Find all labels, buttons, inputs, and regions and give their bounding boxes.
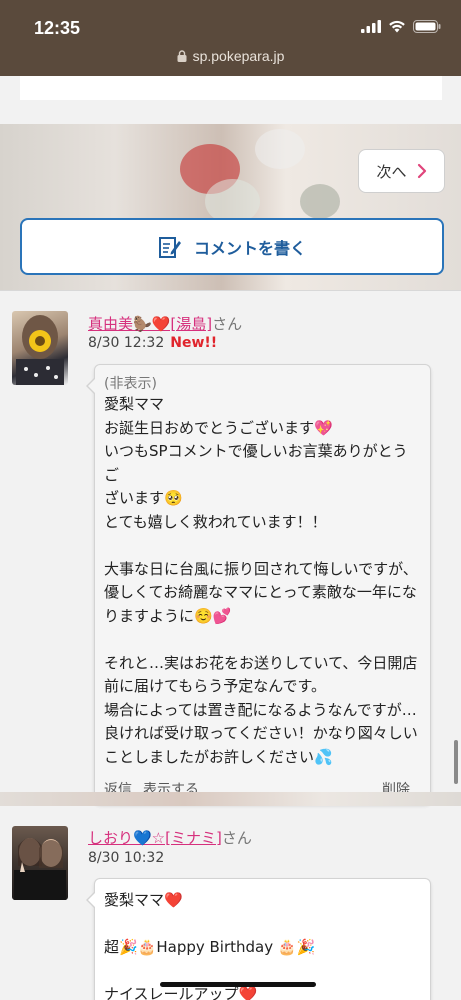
battery-icon [413,20,441,33]
write-comment-label: コメントを書く [193,238,306,258]
next-label: 次へ [376,162,407,181]
write-comment-button[interactable]: コメントを書く [20,218,444,275]
comment-line: 前に届けてもらう予定なんです。 [104,677,327,695]
commenter-name-link[interactable]: しおり💙☆[ミナミ] [88,829,222,847]
commenter-name: 真由美🦫❤️[湯島]さん [88,313,242,334]
comment-date: 8/30 10:32 [88,850,164,866]
next-button[interactable]: 次へ [358,149,445,193]
comment-line [104,628,422,652]
avatar[interactable] [12,826,68,900]
home-indicator[interactable] [160,982,316,987]
comment-line [104,534,422,558]
comment-date: 8/30 12:32 New!! [88,335,217,351]
wifi-icon [389,20,405,33]
edit-icon [158,236,181,258]
comment-line: いつもSPコメントで優しいお言葉ありがとうご [104,442,408,484]
comment-line: とても嬉しく救われています！！ [104,512,327,531]
comment-line: それと…実はお花をお送りしていて、今日開店 [104,653,418,672]
name-suffix: さん [212,315,243,333]
status-time: 12:35 [34,18,81,38]
commenter-name: しおり💙☆[ミナミ]さん [88,827,252,848]
commenter-name-link[interactable]: 真由美🦫❤️[湯島] [88,315,212,333]
comment-line: 大事な日に台風に振り回されて悔しいですが、 [104,559,418,578]
comment-body: 愛梨ママ お誕生日おめでとうございます💖 いつもSPコメントで優しいお言葉ありが… [95,393,430,769]
comment-timestamp: 8/30 12:32 [88,335,165,351]
comment-bubble: (非表示) 愛梨ママ お誕生日おめでとうございます💖 いつもSPコメントで優しい… [86,364,431,804]
avatar[interactable] [12,311,68,385]
comment-line: ざいます🥺 [104,489,183,507]
comment-line: 超🎉🎂Happy Birthday 🎂🎉 [104,938,316,956]
comment-line: 良ければ受け取ってください！かなり図々しい [104,724,418,742]
status-bar: 12:35 sp.pokepara.jp [0,0,461,76]
chevron-right-icon [417,163,426,179]
scrollbar-thumb[interactable] [454,740,458,784]
status-icons [361,20,441,33]
comment-line: ことしましたがお許しください💦 [104,747,333,766]
comment-line: 優しくてお綺麗なママにとって素敵な一年にな [104,583,417,601]
divider [0,290,461,291]
address-bar[interactable]: sp.pokepara.jp [0,48,461,65]
previous-content-card [20,76,442,100]
comment-line: 愛梨ママ [104,395,165,413]
comment-line [104,960,422,984]
comment-timestamp: 8/30 10:32 [88,850,165,866]
section-divider [0,792,461,806]
hidden-status: (非表示) [104,376,157,392]
comment-line: お誕生日おめでとうございます💖 [104,418,333,437]
comment-line [104,913,422,937]
comment-line: 愛梨ママ❤️ [104,891,183,909]
url-text: sp.pokepara.jp [192,48,285,64]
comment-line: りますように☺️💕 [104,606,232,625]
comment-line: 場合によっては置き配になるようなんですが… [104,700,417,719]
lock-icon [177,49,187,65]
signal-icon [361,20,381,33]
new-badge: New!! [170,335,218,351]
name-suffix: さん [221,829,252,847]
